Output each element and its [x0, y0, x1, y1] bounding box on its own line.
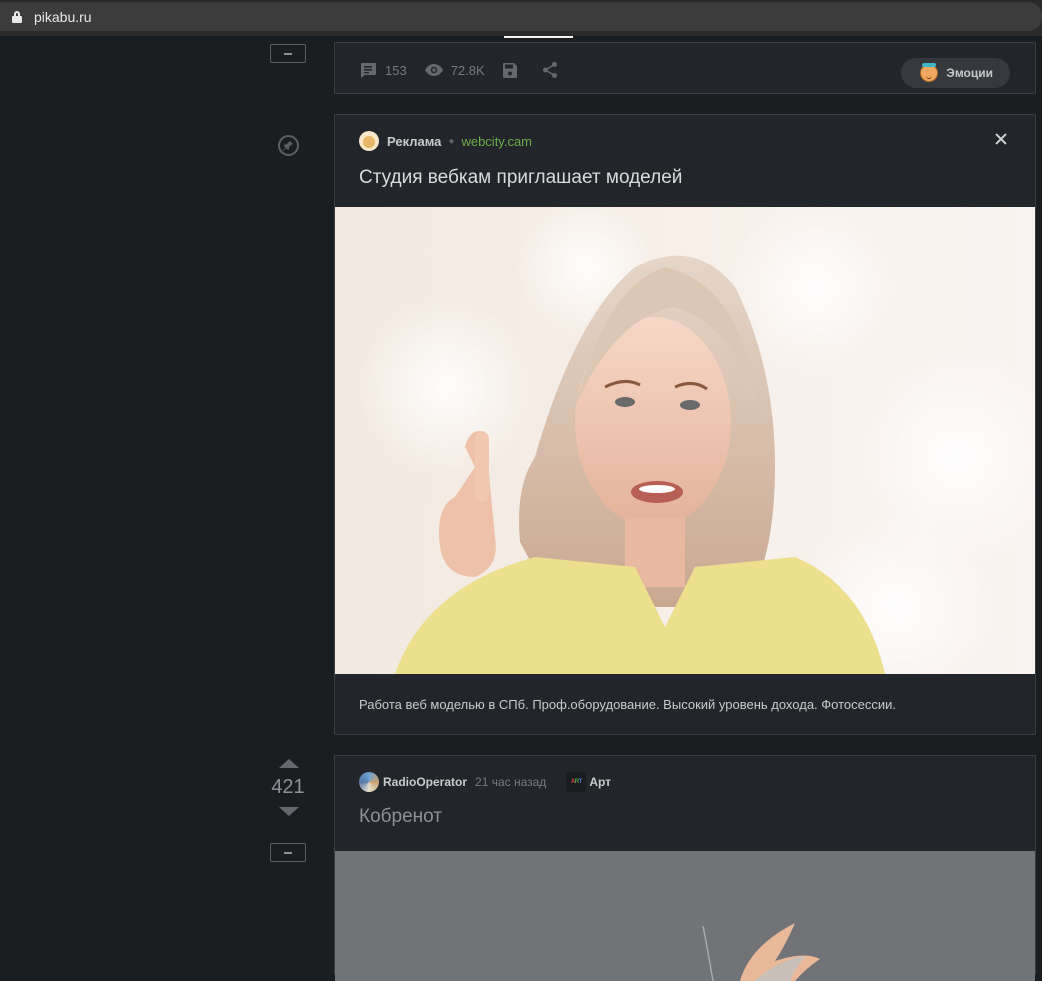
post-title[interactable]: Кобренот — [359, 806, 442, 828]
angel-emoji-icon — [920, 63, 939, 82]
emotions-label: Эмоции — [946, 66, 993, 80]
author-link[interactable]: RadioOperator — [383, 775, 467, 789]
eye-icon — [424, 64, 443, 76]
page: 153 72.8K Эмоции Реклама ● webcity.cam С… — [0, 36, 1042, 981]
emotions-button[interactable]: Эмоции — [901, 58, 1010, 88]
post-time[interactable]: 21 час назад — [475, 775, 546, 789]
community-link[interactable]: Арт — [589, 775, 611, 789]
comment-icon — [361, 63, 376, 78]
comments-count: 153 — [385, 62, 407, 78]
url-text[interactable]: pikabu.ru — [34, 9, 92, 25]
collapse-post-button[interactable] — [270, 843, 306, 862]
post-stats: 153 72.8K — [359, 61, 583, 79]
user-avatar[interactable] — [359, 772, 379, 792]
post-footer: 153 72.8K Эмоции — [334, 42, 1036, 94]
save-icon — [502, 62, 517, 78]
active-tab-indicator — [504, 36, 573, 38]
post-image-illustration — [702, 923, 820, 981]
ad-label: Реклама — [387, 133, 442, 149]
share-button[interactable] — [542, 62, 565, 78]
downvote-button[interactable] — [279, 807, 299, 816]
ad-title[interactable]: Студия вебкам приглашает моделей — [359, 167, 682, 189]
ad-photo-illustration — [355, 207, 1035, 674]
close-ad-icon[interactable] — [995, 133, 1007, 145]
ad-image[interactable] — [335, 207, 1035, 674]
lock-icon[interactable] — [12, 10, 22, 23]
views-stat: 72.8K — [424, 62, 485, 78]
save-button[interactable] — [502, 62, 525, 78]
community-icon[interactable]: ART — [566, 772, 587, 792]
badge-letter: T — [578, 779, 583, 785]
share-icon — [542, 62, 557, 78]
minus-icon — [284, 52, 292, 55]
views-count: 72.8K — [450, 62, 485, 78]
post-header: RadioOperator 21 час назад ART Арт — [359, 772, 611, 792]
ad-header: Реклама ● webcity.cam — [359, 131, 532, 151]
address-bar[interactable]: pikabu.ru — [0, 2, 1042, 31]
collapse-post-button[interactable] — [270, 44, 306, 63]
ad-card: Реклама ● webcity.cam Студия вебкам приг… — [334, 114, 1036, 735]
upvote-button[interactable] — [279, 759, 299, 768]
ad-domain-link[interactable]: webcity.cam — [461, 134, 532, 149]
separator-dot: ● — [448, 135, 455, 147]
ad-avatar — [359, 131, 379, 151]
pin-icon[interactable] — [278, 135, 299, 156]
comments-link[interactable]: 153 — [359, 61, 407, 79]
post-image[interactable] — [335, 851, 1035, 981]
post-card: RadioOperator 21 час назад ART Арт Кобре… — [334, 755, 1036, 981]
browser-toolbar: pikabu.ru — [0, 0, 1042, 36]
post-rating: 421 — [271, 776, 305, 798]
ad-description: Работа веб моделью в СПб. Проф.оборудова… — [359, 697, 897, 712]
minus-icon — [284, 851, 292, 854]
